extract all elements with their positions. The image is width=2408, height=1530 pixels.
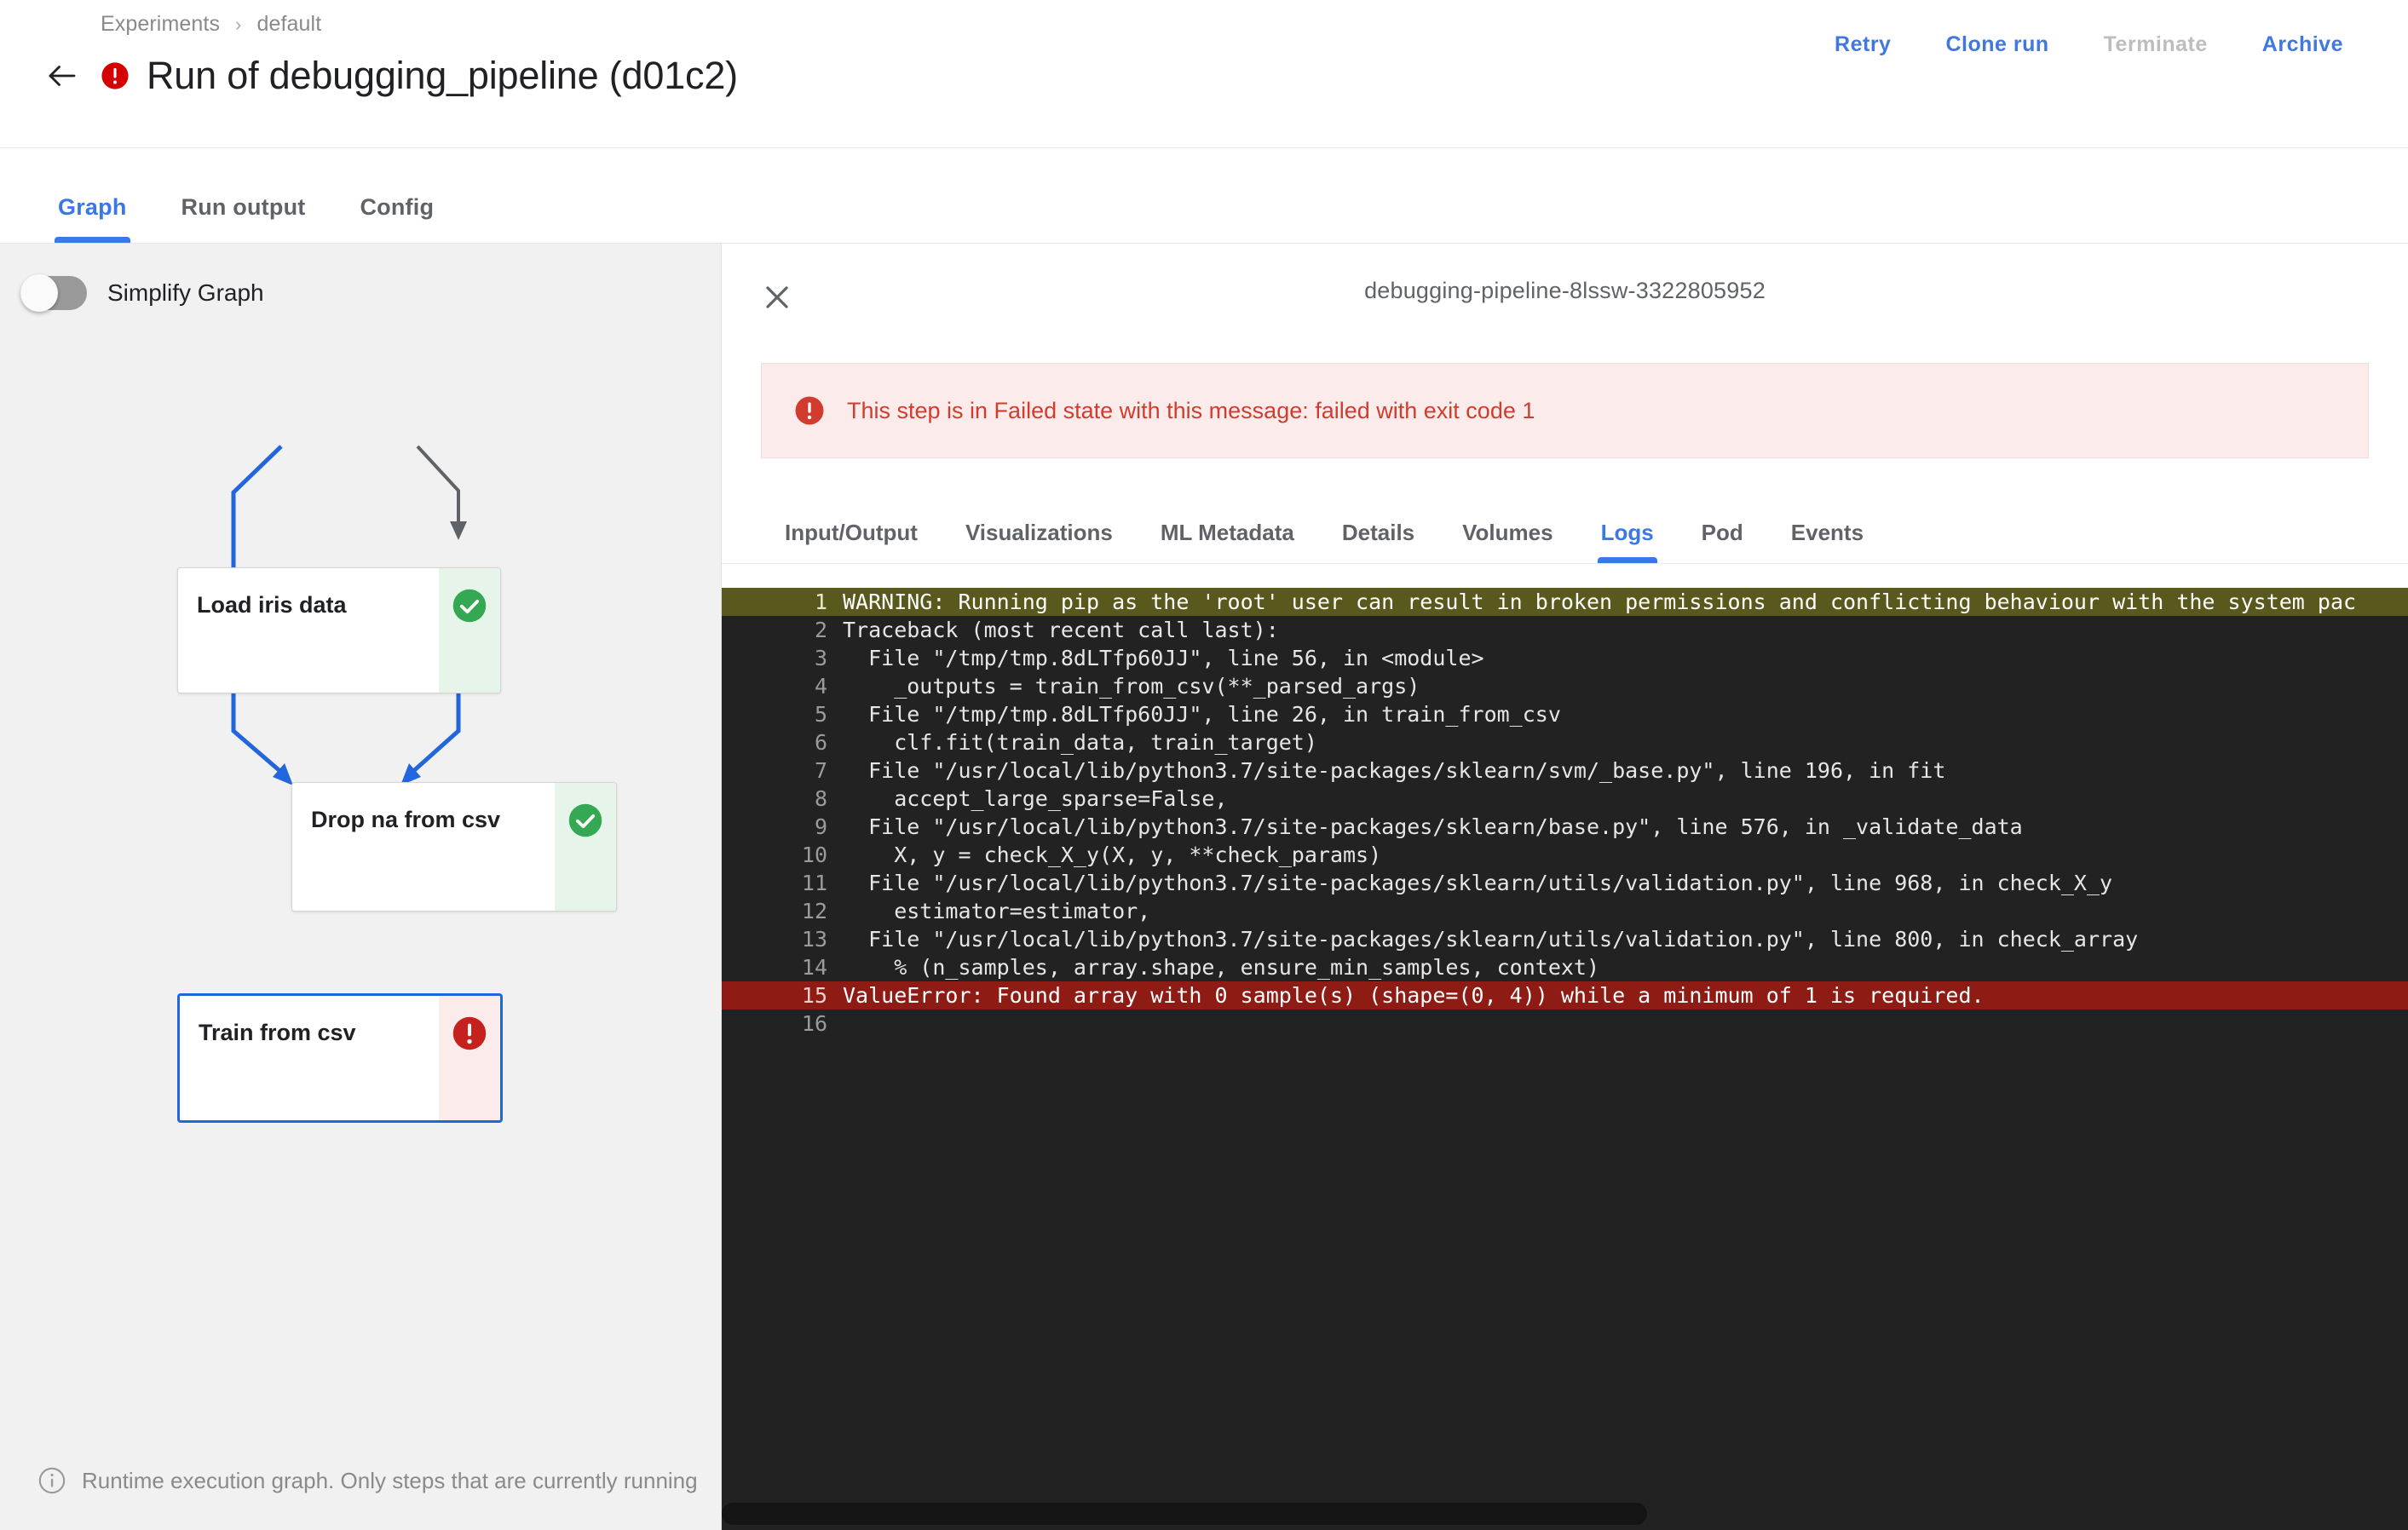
page-title: Run of debugging_pipeline (d01c2)	[147, 54, 738, 98]
log-line-text: X, y = check_X_y(X, y, **check_params)	[843, 841, 1381, 869]
tab-pod[interactable]: Pod	[1678, 520, 1767, 563]
log-line-number: 16	[722, 1009, 843, 1038]
graph-node-train-from-csv[interactable]: Train from csv	[177, 993, 503, 1123]
tab-ml-metadata[interactable]: ML Metadata	[1137, 520, 1318, 563]
graph-node-label: Drop na from csv	[292, 783, 555, 911]
log-line-number: 15	[722, 981, 843, 1009]
log-line-number: 5	[722, 700, 843, 728]
graph-node-label: Load iris data	[178, 568, 439, 693]
breadcrumb-default-link[interactable]: default	[256, 12, 321, 37]
log-line: 7 File "/usr/local/lib/python3.7/site-pa…	[722, 756, 2408, 785]
log-line-text: File "/usr/local/lib/python3.7/site-pack…	[843, 813, 2023, 841]
breadcrumb-experiments-link[interactable]: Experiments	[101, 12, 220, 37]
tab-details[interactable]: Details	[1318, 520, 1438, 563]
graph-edges	[0, 244, 721, 840]
info-icon	[37, 1466, 66, 1495]
log-line: 11 File "/usr/local/lib/python3.7/site-p…	[722, 869, 2408, 897]
log-line-text: clf.fit(train_data, train_target)	[843, 728, 1317, 756]
breadcrumb: Experiments › default	[101, 12, 321, 37]
log-viewer[interactable]: 1WARNING: Running pip as the 'root' user…	[722, 588, 2408, 1530]
primary-tab-bar: Graph Run output Config	[0, 148, 2408, 244]
log-line-text: accept_large_sparse=False,	[843, 785, 1228, 813]
log-line-number: 1	[722, 588, 843, 616]
log-line: 15ValueError: Found array with 0 sample(…	[722, 981, 2408, 1009]
log-lines-container: 1WARNING: Running pip as the 'root' user…	[722, 588, 2408, 1038]
log-line: 14 % (n_samples, array.shape, ensure_min…	[722, 953, 2408, 981]
tab-config[interactable]: Config	[332, 194, 461, 243]
log-line: 1WARNING: Running pip as the 'root' user…	[722, 588, 2408, 616]
log-line: 12 estimator=estimator,	[722, 897, 2408, 925]
panel-title: debugging-pipeline-8lssw-3322805952	[722, 278, 2408, 304]
error-icon	[101, 61, 130, 90]
log-line-text: File "/tmp/tmp.8dLTfp60JJ", line 26, in …	[843, 700, 1561, 728]
check-circle-icon	[439, 568, 500, 693]
log-line-number: 14	[722, 953, 843, 981]
log-line-number: 9	[722, 813, 843, 841]
log-line-text: Traceback (most recent call last):	[843, 616, 1279, 644]
log-line: 4 _outputs = train_from_csv(**_parsed_ar…	[722, 672, 2408, 700]
log-line-number: 4	[722, 672, 843, 700]
panel-header: debugging-pipeline-8lssw-3322805952	[722, 244, 2408, 349]
tab-run-output[interactable]: Run output	[154, 194, 333, 243]
retry-button[interactable]: Retry	[1807, 32, 1918, 57]
log-line-text: File "/usr/local/lib/python3.7/site-pack…	[843, 869, 2112, 897]
log-line: 9 File "/usr/local/lib/python3.7/site-pa…	[722, 813, 2408, 841]
log-line-number: 6	[722, 728, 843, 756]
clone-run-button[interactable]: Clone run	[1918, 32, 2076, 57]
log-line-text: _outputs = train_from_csv(**_parsed_args…	[843, 672, 1420, 700]
log-line-text: File "/usr/local/lib/python3.7/site-pack…	[843, 756, 1945, 785]
log-line-number: 13	[722, 925, 843, 953]
page-header: Experiments › default Run of debugging_p…	[0, 0, 2408, 148]
log-line-text: File "/usr/local/lib/python3.7/site-pack…	[843, 925, 2138, 953]
log-line-text: estimator=estimator,	[843, 897, 1150, 925]
error-icon	[439, 996, 500, 1120]
check-circle-icon	[555, 783, 616, 911]
graph-footer: Runtime execution graph. Only steps that…	[0, 1431, 721, 1530]
tab-logs[interactable]: Logs	[1577, 520, 1678, 563]
log-line: 8 accept_large_sparse=False,	[722, 785, 2408, 813]
graph-pane: Simplify Graph Load iris data	[0, 244, 721, 1530]
log-horizontal-scrollbar[interactable]	[722, 1503, 1647, 1525]
graph-canvas: Load iris data Drop na from csv	[0, 244, 721, 1530]
failed-state-banner: This step is in Failed state with this m…	[761, 363, 2369, 458]
arrow-left-icon[interactable]	[39, 53, 85, 99]
error-icon	[794, 395, 825, 426]
log-line-text: ValueError: Found array with 0 sample(s)…	[843, 981, 1985, 1009]
failed-state-message: This step is in Failed state with this m…	[847, 398, 1535, 424]
log-line-text: File "/tmp/tmp.8dLTfp60JJ", line 56, in …	[843, 644, 1484, 672]
log-line: 16	[722, 1009, 2408, 1038]
log-line: 13 File "/usr/local/lib/python3.7/site-p…	[722, 925, 2408, 953]
log-line: 10 X, y = check_X_y(X, y, **check_params…	[722, 841, 2408, 869]
terminate-button: Terminate	[2077, 32, 2235, 57]
log-line-text: % (n_samples, array.shape, ensure_min_sa…	[843, 953, 1599, 981]
log-line-number: 8	[722, 785, 843, 813]
log-line-number: 7	[722, 756, 843, 785]
log-line: 3 File "/tmp/tmp.8dLTfp60JJ", line 56, i…	[722, 644, 2408, 672]
log-line: 2Traceback (most recent call last):	[722, 616, 2408, 644]
log-line-number: 10	[722, 841, 843, 869]
title-row: Run of debugging_pipeline (d01c2)	[0, 53, 738, 99]
log-line-text: WARNING: Running pip as the 'root' user …	[843, 588, 2356, 616]
log-line-number: 11	[722, 869, 843, 897]
tab-graph[interactable]: Graph	[31, 194, 154, 243]
graph-footer-text: Runtime execution graph. Only steps that…	[82, 1468, 698, 1494]
log-line: 6 clf.fit(train_data, train_target)	[722, 728, 2408, 756]
step-detail-panel: debugging-pipeline-8lssw-3322805952 This…	[721, 244, 2408, 1530]
graph-node-label: Train from csv	[180, 996, 439, 1120]
log-line-number: 2	[722, 616, 843, 644]
graph-node-drop-na-from-csv[interactable]: Drop na from csv	[291, 782, 617, 912]
tab-events[interactable]: Events	[1767, 520, 1887, 563]
tab-input-output[interactable]: Input/Output	[761, 520, 942, 563]
header-actions: Retry Clone run Terminate Archive	[1807, 32, 2371, 57]
tab-visualizations[interactable]: Visualizations	[942, 520, 1137, 563]
archive-button[interactable]: Archive	[2235, 32, 2371, 57]
kubeflow-run-detail-page: Experiments › default Run of debugging_p…	[0, 0, 2408, 1530]
breadcrumb-separator-icon: ›	[235, 14, 241, 36]
tab-volumes[interactable]: Volumes	[1438, 520, 1576, 563]
graph-node-load-iris-data[interactable]: Load iris data	[177, 567, 501, 693]
log-line-number: 3	[722, 644, 843, 672]
log-line-number: 12	[722, 897, 843, 925]
log-line: 5 File "/tmp/tmp.8dLTfp60JJ", line 26, i…	[722, 700, 2408, 728]
step-tab-bar: Input/Output Visualizations ML Metadata …	[722, 498, 2408, 564]
